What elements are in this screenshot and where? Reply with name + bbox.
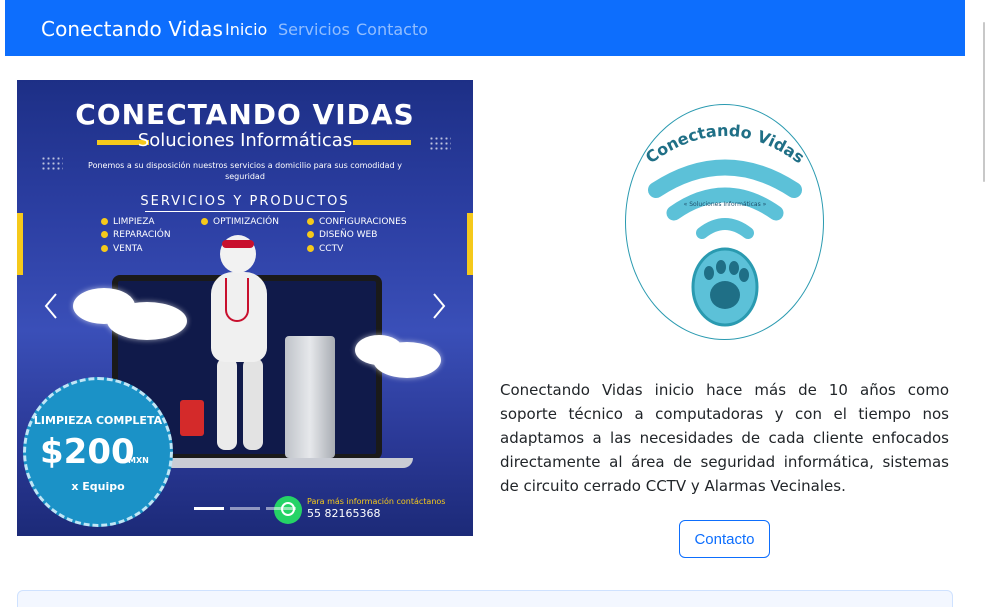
check-icon xyxy=(101,231,108,238)
service-item: CONFIGURACIONES xyxy=(307,217,407,227)
cloud-image xyxy=(107,302,187,340)
service-item: CCTV xyxy=(307,244,343,254)
carousel-section-title: SERVICIOS Y PRODUCTOS xyxy=(140,194,350,209)
service-item: OPTIMIZACIÓN xyxy=(201,217,279,227)
nav-link-servicios[interactable]: Servicios xyxy=(278,20,350,39)
carousel-prev-button[interactable] xyxy=(39,292,63,322)
info-card xyxy=(17,590,953,607)
doctor-figure xyxy=(243,358,263,450)
dot-pattern-icon xyxy=(429,136,451,152)
scrollbar-track[interactable] xyxy=(965,0,985,607)
carousel-subtitle: Soluciones Informáticas xyxy=(137,130,353,151)
computer-tower-illustration xyxy=(285,336,335,458)
carousel-title: CONECTANDO VIDAS xyxy=(75,98,415,131)
service-item: LIMPIEZA xyxy=(101,217,155,227)
chevron-left-icon xyxy=(44,293,57,319)
nav-link-inicio[interactable]: Inicio xyxy=(225,20,267,39)
nav-link-contacto[interactable]: Contacto xyxy=(356,20,428,39)
carousel-description: Ponemos a su disposición nuestros servic… xyxy=(88,161,402,181)
doctor-figure xyxy=(217,358,237,450)
check-icon xyxy=(101,245,108,252)
carousel-indicator-1[interactable] xyxy=(194,507,224,510)
navbar: Conectando Vidas Inicio Servicios Contac… xyxy=(5,0,965,56)
navbar-brand[interactable]: Conectando Vidas xyxy=(41,17,223,41)
contact-button[interactable]: Contacto xyxy=(679,520,770,558)
carousel-next-button[interactable] xyxy=(427,292,451,322)
wifi-paw-logo-icon: Conectando Vidas « Soluciones Informátic… xyxy=(642,121,808,327)
price-badge: LIMPIEZA COMPLETA $200 MXN x Equipo xyxy=(23,377,173,527)
svg-text:« Soluciones Informáticas »: « Soluciones Informáticas » xyxy=(684,201,767,208)
headlamp-icon xyxy=(222,240,254,248)
stethoscope-icon xyxy=(225,278,249,322)
service-item: REPARACIÓN xyxy=(101,230,171,240)
brand-logo: Conectando Vidas « Soluciones Informátic… xyxy=(625,104,824,340)
side-accent-bar xyxy=(17,213,23,275)
contact-text: Para más información contáctanos xyxy=(307,497,446,506)
chevron-right-icon xyxy=(433,293,446,319)
check-icon xyxy=(201,218,208,225)
repair-kit-illustration xyxy=(180,400,204,436)
section-underline xyxy=(145,211,345,212)
check-icon xyxy=(101,218,108,225)
service-item: DISEÑO WEB xyxy=(307,230,377,240)
whatsapp-icon xyxy=(274,496,302,524)
phone-number: 55 82165368 xyxy=(307,507,381,520)
check-icon xyxy=(307,231,314,238)
about-text: Conectando Vidas inicio hace más de 10 a… xyxy=(500,381,949,495)
service-item: VENTA xyxy=(101,244,143,254)
dot-pattern-icon xyxy=(41,156,63,172)
side-accent-bar xyxy=(467,213,473,275)
services-carousel[interactable]: CONECTANDO VIDAS Soluciones Informáticas… xyxy=(17,80,473,536)
carousel-indicator-3[interactable] xyxy=(266,507,296,510)
carousel-indicator-2[interactable] xyxy=(230,507,260,510)
cloud-image xyxy=(373,342,441,378)
check-icon xyxy=(307,245,314,252)
check-icon xyxy=(307,218,314,225)
